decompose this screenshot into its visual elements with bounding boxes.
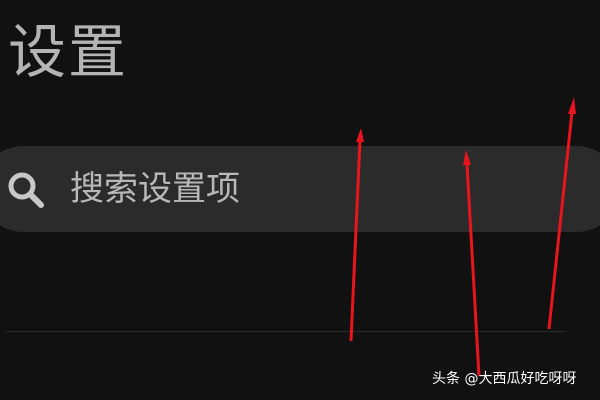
search-bar[interactable]: 搜索设置项 — [0, 146, 600, 232]
page-title: 设置 — [8, 18, 129, 86]
divider — [6, 331, 566, 332]
search-placeholder: 搜索设置项 — [70, 169, 240, 209]
watermark: 头条 @大西瓜好吃呀呀 — [432, 371, 577, 387]
search-icon — [6, 170, 46, 210]
